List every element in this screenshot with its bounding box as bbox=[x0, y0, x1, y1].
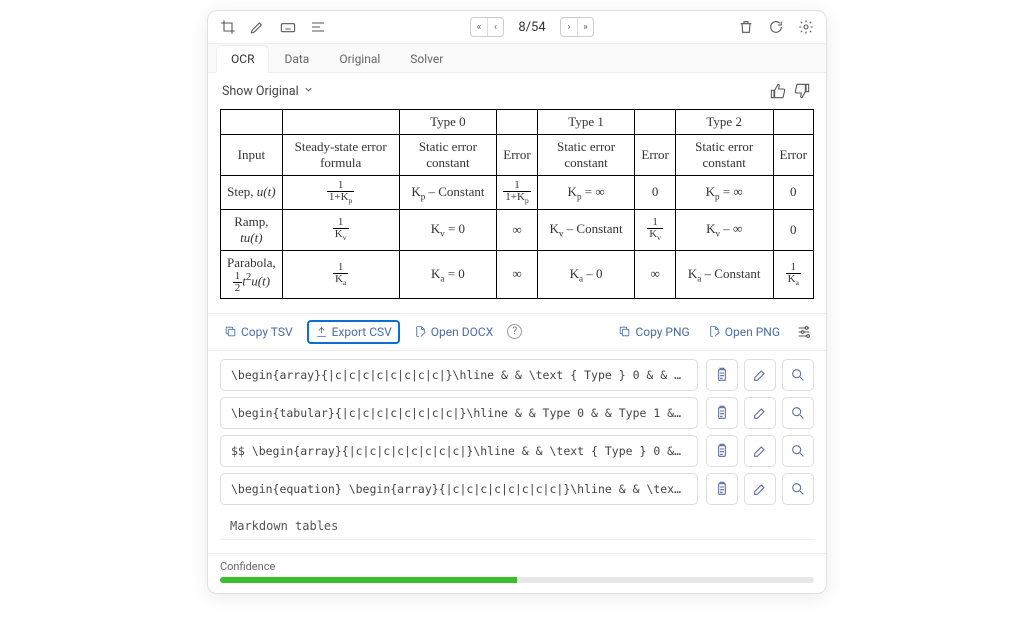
export-bar: Copy TSV Export CSV Open DOCX ? Copy PNG… bbox=[208, 313, 826, 351]
refresh-icon[interactable] bbox=[766, 17, 786, 37]
clipboard-icon[interactable] bbox=[706, 473, 738, 505]
code-row: $$ \begin{array}{|c|c|c|c|c|c|c|c|}\hlin… bbox=[220, 435, 814, 467]
export-csv-button[interactable]: Export CSV bbox=[307, 320, 400, 344]
search-icon[interactable] bbox=[782, 359, 814, 391]
edit-icon[interactable] bbox=[744, 435, 776, 467]
draw-icon[interactable] bbox=[248, 17, 268, 37]
show-original-toggle[interactable]: Show Original bbox=[222, 84, 314, 99]
pager-next-group: › » bbox=[560, 17, 594, 37]
clipboard-icon[interactable] bbox=[706, 397, 738, 429]
tab-data[interactable]: Data bbox=[269, 45, 324, 73]
copy-tsv-button[interactable]: Copy TSV bbox=[220, 323, 297, 341]
show-original-label: Show Original bbox=[222, 84, 299, 99]
confidence-section: Confidence bbox=[208, 553, 826, 593]
pager-first-button[interactable]: « bbox=[471, 18, 487, 36]
copy-png-button[interactable]: Copy PNG bbox=[614, 323, 693, 341]
confidence-bar bbox=[220, 577, 814, 583]
search-icon[interactable] bbox=[782, 473, 814, 505]
clipboard-icon[interactable] bbox=[706, 435, 738, 467]
align-left-icon[interactable] bbox=[308, 17, 328, 37]
subheader: Show Original bbox=[208, 73, 826, 109]
chevron-down-icon bbox=[303, 84, 314, 99]
latex-output-list: \begin{array}{|c|c|c|c|c|c|c|c|}\hline &… bbox=[208, 351, 826, 515]
sliders-icon[interactable] bbox=[794, 322, 814, 342]
code-snippet[interactable]: \begin{equation} \begin{array}{|c|c|c|c|… bbox=[220, 473, 698, 505]
pager-next-button[interactable]: › bbox=[561, 18, 577, 36]
edit-icon[interactable] bbox=[744, 359, 776, 391]
thumbs-up-icon[interactable] bbox=[768, 81, 788, 101]
code-row: \begin{equation} \begin{array}{|c|c|c|c|… bbox=[220, 473, 814, 505]
tab-bar: OCR Data Original Solver bbox=[208, 44, 826, 73]
code-row: \begin{array}{|c|c|c|c|c|c|c|c|}\hline &… bbox=[220, 359, 814, 391]
search-icon[interactable] bbox=[782, 435, 814, 467]
open-docx-button[interactable]: Open DOCX bbox=[410, 323, 497, 341]
tab-solver[interactable]: Solver bbox=[395, 45, 458, 73]
keyboard-icon[interactable] bbox=[278, 17, 298, 37]
help-icon[interactable]: ? bbox=[507, 324, 522, 339]
pager-prev-button[interactable]: ‹ bbox=[487, 18, 503, 36]
gear-icon[interactable] bbox=[796, 17, 816, 37]
confidence-label: Confidence bbox=[220, 560, 814, 573]
pager-text: 8/54 bbox=[512, 20, 552, 35]
search-icon[interactable] bbox=[782, 397, 814, 429]
tab-original[interactable]: Original bbox=[324, 45, 395, 73]
pager: « ‹ 8/54 › » bbox=[470, 17, 594, 37]
pager-prev-group: « ‹ bbox=[470, 17, 504, 37]
code-snippet[interactable]: $$ \begin{array}{|c|c|c|c|c|c|c|c|}\hlin… bbox=[220, 435, 698, 467]
crop-icon[interactable] bbox=[218, 17, 238, 37]
pager-last-button[interactable]: » bbox=[577, 18, 593, 36]
code-snippet[interactable]: \begin{array}{|c|c|c|c|c|c|c|c|}\hline &… bbox=[220, 359, 698, 391]
trash-icon[interactable] bbox=[736, 17, 756, 37]
result-table: Type 0Type 1Type 2InputSteady-state erro… bbox=[208, 109, 826, 313]
app-window: « ‹ 8/54 › » OCR Data Original Sol bbox=[207, 10, 827, 594]
edit-icon[interactable] bbox=[744, 397, 776, 429]
code-snippet[interactable]: \begin{tabular}{|c|c|c|c|c|c|c|c|}\hline… bbox=[220, 397, 698, 429]
edit-icon[interactable] bbox=[744, 473, 776, 505]
code-row: \begin{tabular}{|c|c|c|c|c|c|c|c|}\hline… bbox=[220, 397, 814, 429]
thumbs-down-icon[interactable] bbox=[792, 81, 812, 101]
cutoff-row bbox=[220, 539, 814, 553]
markdown-section-label: Markdown tables bbox=[208, 515, 826, 539]
tab-ocr[interactable]: OCR bbox=[216, 45, 269, 73]
open-png-button[interactable]: Open PNG bbox=[704, 323, 784, 341]
confidence-fill bbox=[220, 577, 517, 583]
clipboard-icon[interactable] bbox=[706, 359, 738, 391]
